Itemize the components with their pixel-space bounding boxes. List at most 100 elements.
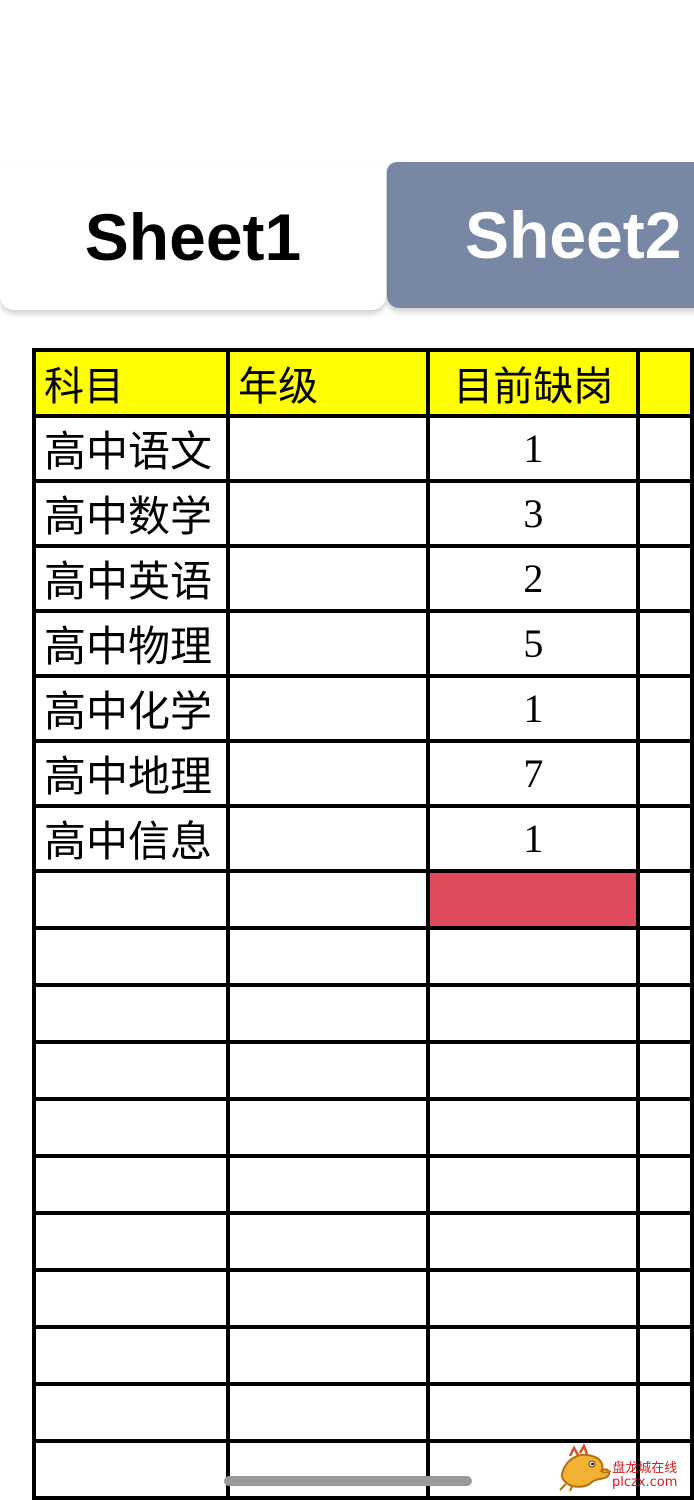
header-cell-grade[interactable]: 年级 <box>226 348 431 418</box>
cell-subject[interactable]: 高中语文 <box>31 414 231 483</box>
tab-sheet2[interactable]: Sheet2 <box>387 162 694 308</box>
cell-grade[interactable] <box>226 1154 431 1215</box>
cell-subject[interactable] <box>31 1211 231 1272</box>
cell-extra[interactable] <box>636 1382 694 1443</box>
cell-grade[interactable] <box>226 926 431 987</box>
cell-vacancies[interactable]: 1 <box>426 804 641 873</box>
cell-grade[interactable] <box>226 1268 431 1329</box>
cell-grade[interactable] <box>226 983 431 1044</box>
cell-subject[interactable]: 高中化学 <box>31 674 231 743</box>
cell-vacancies[interactable]: 1 <box>426 414 641 483</box>
cell-vacancies[interactable]: 5 <box>426 609 641 678</box>
cell-extra[interactable] <box>636 739 694 808</box>
cell-grade[interactable] <box>226 1325 431 1386</box>
cell-extra[interactable] <box>636 1097 694 1158</box>
cell-subject[interactable] <box>31 869 231 930</box>
cell-extra[interactable] <box>636 479 694 548</box>
table-row: 高中化学 1 <box>31 674 694 743</box>
cell-extra[interactable] <box>636 804 694 873</box>
cell-subject[interactable] <box>31 1097 231 1158</box>
cell-grade[interactable] <box>226 869 431 930</box>
cell-grade[interactable] <box>226 804 431 873</box>
cell-extra[interactable] <box>636 1268 694 1329</box>
table-row-empty <box>31 869 694 930</box>
cell-extra[interactable] <box>636 983 694 1044</box>
cell-subject[interactable] <box>31 1154 231 1215</box>
table-row-empty <box>31 1325 694 1386</box>
header-cell-subject[interactable]: 科目 <box>31 348 231 418</box>
cell-vacancies[interactable] <box>426 1325 641 1386</box>
cell-subject[interactable] <box>31 1040 231 1101</box>
table-row: 高中数学 3 <box>31 479 694 548</box>
cell-vacancies[interactable] <box>426 1382 641 1443</box>
cell-subject[interactable]: 高中地理 <box>31 739 231 808</box>
cell-extra[interactable] <box>636 544 694 613</box>
cell-extra[interactable] <box>636 1325 694 1386</box>
cell-vacancies[interactable] <box>426 1211 641 1272</box>
cell-subject[interactable]: 高中物理 <box>31 609 231 678</box>
cell-vacancies[interactable]: 3 <box>426 479 641 548</box>
cell-grade[interactable] <box>226 544 431 613</box>
watermark-text: 盘龙城在线 plczx.com <box>612 1462 677 1490</box>
table-row-empty <box>31 1382 694 1443</box>
cell-extra[interactable] <box>636 869 694 930</box>
cell-extra[interactable] <box>636 1154 694 1215</box>
cell-subject[interactable] <box>31 926 231 987</box>
home-indicator[interactable] <box>224 1476 472 1486</box>
table-row: 高中语文 1 <box>31 414 694 483</box>
cell-extra[interactable] <box>636 1211 694 1272</box>
cell-grade[interactable] <box>226 739 431 808</box>
cell-grade[interactable] <box>226 1382 431 1443</box>
cell-grade[interactable] <box>226 1211 431 1272</box>
cell-extra[interactable] <box>636 414 694 483</box>
table-row: 高中信息 1 <box>31 804 694 873</box>
table-row: 高中地理 7 <box>31 739 694 808</box>
watermark-line1: 盘龙城在线 <box>612 1461 678 1476</box>
cell-extra[interactable] <box>636 1040 694 1101</box>
cell-vacancies[interactable] <box>426 1154 641 1215</box>
cell-subject[interactable]: 高中数学 <box>31 479 231 548</box>
watermark-line2: plczx.com <box>612 1475 678 1490</box>
header-cell-extra[interactable] <box>636 348 694 418</box>
table-row-empty <box>31 1097 694 1158</box>
cell-subject[interactable]: 高中信息 <box>31 804 231 873</box>
cell-vacancies[interactable] <box>426 1097 641 1158</box>
header-row: 科目 年级 目前缺岗 <box>31 348 694 418</box>
cell-grade[interactable] <box>226 674 431 743</box>
cell-vacancies[interactable]: 2 <box>426 544 641 613</box>
cell-subject[interactable] <box>31 1382 231 1443</box>
cell-extra[interactable] <box>636 609 694 678</box>
table-row-empty <box>31 983 694 1044</box>
cell-grade[interactable] <box>226 479 431 548</box>
cell-vacancies-highlighted[interactable] <box>426 869 641 930</box>
cell-subject[interactable]: 高中英语 <box>31 544 231 613</box>
cell-grade[interactable] <box>226 1439 431 1500</box>
cell-grade[interactable] <box>226 1097 431 1158</box>
cell-subject[interactable] <box>31 1268 231 1329</box>
table-row-empty <box>31 1268 694 1329</box>
cell-extra[interactable] <box>636 674 694 743</box>
table-row: 高中英语 2 <box>31 544 694 613</box>
cell-vacancies[interactable] <box>426 1040 641 1101</box>
cell-subject[interactable] <box>31 1325 231 1386</box>
header-cell-vacancies[interactable]: 目前缺岗 <box>426 348 641 418</box>
tab-sheet1[interactable]: Sheet1 <box>0 164 386 310</box>
cell-vacancies[interactable]: 7 <box>426 739 641 808</box>
sheet-tab-bar: Sheet1 Sheet2 <box>0 0 694 330</box>
cell-vacancies[interactable]: 1 <box>426 674 641 743</box>
spreadsheet-grid: 科目 年级 目前缺岗 高中语文 1 高中数学 3 高中英语 2 高中物理 5 高中化学 1 高中地理… <box>31 348 694 1500</box>
cell-grade[interactable] <box>226 414 431 483</box>
table-row-empty <box>31 926 694 987</box>
cell-extra[interactable] <box>636 926 694 987</box>
cell-subject[interactable] <box>31 983 231 1044</box>
cell-vacancies[interactable] <box>426 926 641 987</box>
cell-vacancies[interactable] <box>426 1268 641 1329</box>
table-row-empty <box>31 1154 694 1215</box>
cell-vacancies[interactable] <box>426 983 641 1044</box>
table-row: 高中物理 5 <box>31 609 694 678</box>
cell-grade[interactable] <box>226 609 431 678</box>
table-row-empty <box>31 1211 694 1272</box>
dragon-logo-icon <box>559 1444 612 1492</box>
cell-grade[interactable] <box>226 1040 431 1101</box>
cell-subject[interactable] <box>31 1439 231 1500</box>
